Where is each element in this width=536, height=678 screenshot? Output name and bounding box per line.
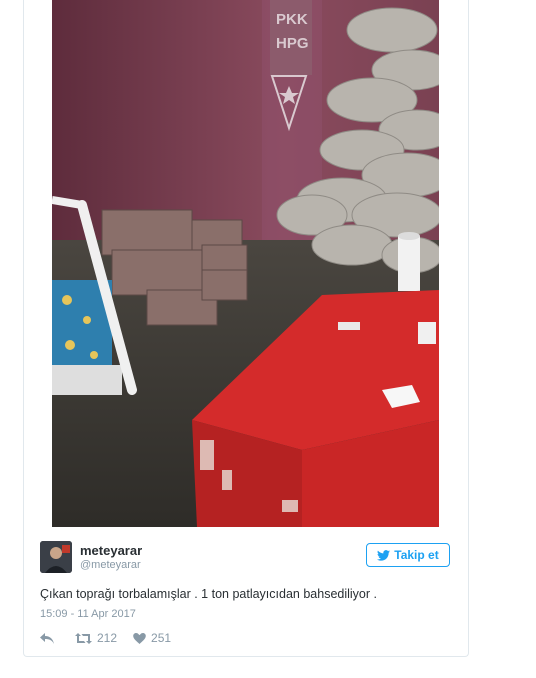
twitter-bird-icon <box>377 549 391 561</box>
like-count: 251 <box>151 631 172 645</box>
tweet-text: Çıkan toprağı torbalamışlar . 1 ton patl… <box>40 587 377 601</box>
heart-icon <box>133 632 146 644</box>
retweet-icon <box>75 632 92 644</box>
follow-button[interactable]: Takip et <box>366 543 450 567</box>
wall-text-line1: PKK <box>276 11 308 28</box>
follow-label: Takip et <box>394 548 439 562</box>
tweet-actions: 212 251 <box>40 630 187 646</box>
reply-button[interactable] <box>40 632 59 644</box>
retweet-button[interactable]: 212 <box>75 631 117 645</box>
tweet-photo[interactable]: PKK HPG <box>52 0 439 527</box>
tweet-timestamp[interactable]: 15:09 - 11 Apr 2017 <box>40 608 136 620</box>
tweet-header: meteyarar @meteyarar Takip et <box>40 541 450 573</box>
photo-image: PKK HPG <box>52 0 439 527</box>
wall-text-line2: HPG <box>276 35 309 52</box>
reply-icon <box>40 632 54 644</box>
retweet-count: 212 <box>97 631 118 645</box>
display-name[interactable]: meteyarar <box>80 543 142 558</box>
user-handle[interactable]: @meteyarar <box>80 559 141 571</box>
avatar[interactable] <box>40 541 72 573</box>
like-button[interactable]: 251 <box>133 631 171 645</box>
